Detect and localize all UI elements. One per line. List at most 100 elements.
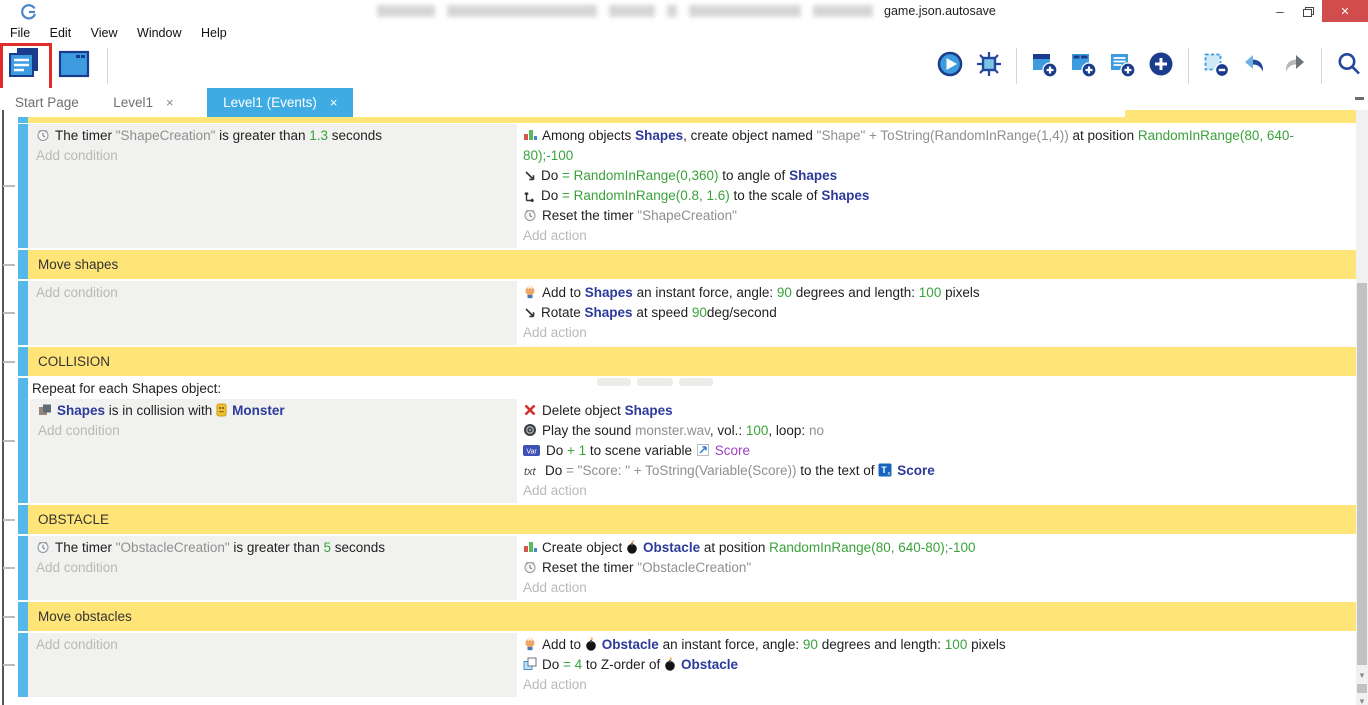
text-segment: to angle of (719, 168, 790, 183)
text-segment: is in collision with (105, 403, 216, 418)
event-bar (18, 347, 28, 376)
actions-column: Add to Obstacle an instant force, angle:… (517, 633, 1356, 697)
add-action-button[interactable]: Add action (517, 323, 1356, 343)
add-condition-button[interactable]: Add condition (28, 635, 517, 655)
scrollbar-thumb[interactable] (1357, 283, 1367, 665)
comment-text[interactable]: Move obstacles (28, 602, 1356, 631)
tab-label: Level1 (Events) (223, 95, 317, 110)
event-drag-tick (3, 264, 15, 266)
window-title: game.json.autosave (884, 0, 996, 22)
text-segment: monster.wav (635, 423, 710, 438)
event-bar (18, 633, 28, 697)
close-button[interactable]: ✕ (1322, 0, 1368, 22)
add-action-button[interactable]: Add action (517, 226, 1356, 246)
debug-button[interactable] (974, 46, 1004, 86)
text-segment: Obstacle (681, 657, 738, 672)
conditions-column: Add condition (28, 281, 517, 345)
scene-editor-icon (55, 45, 93, 88)
delete-selection-icon (1202, 50, 1230, 83)
menu-help[interactable]: Help (193, 22, 235, 43)
text-segment: 100 (945, 637, 968, 652)
text-segment: RandomInRange(80, 640-80);-100 (769, 540, 975, 555)
redo-button[interactable] (1279, 46, 1309, 86)
action-row[interactable]: Do = RandomInRange(0.8, 1.6) to the scal… (517, 186, 1356, 206)
undo-button[interactable] (1240, 46, 1270, 86)
action-row[interactable]: Do = 4 to Z-order of Obstacle (517, 655, 1356, 675)
add-event-button[interactable] (1029, 46, 1059, 86)
events-list: The timer "ShapeCreation" is greater tha… (18, 117, 1356, 699)
minimize-button[interactable]: – (1266, 0, 1294, 22)
action-row[interactable]: Do = RandomInRange(0,360) to angle of Sh… (517, 166, 1356, 186)
open-scene-editor-button[interactable] (54, 46, 94, 86)
svg-text:txt: txt (524, 466, 537, 477)
conditions-column: The timer "ObstacleCreation" is greater … (28, 536, 517, 600)
add-condition-button[interactable]: Add condition (28, 283, 517, 303)
search-button[interactable] (1334, 46, 1364, 86)
add-action-button[interactable]: Add action (517, 675, 1356, 695)
action-row[interactable]: Reset the timer "ShapeCreation" (517, 206, 1356, 226)
add-condition-button[interactable]: Add condition (28, 558, 517, 578)
action-row[interactable]: Delete object Shapes (517, 401, 1356, 421)
action-row[interactable]: VarDo + 1 to scene variable Score (517, 441, 1356, 461)
event-block: Add conditionAdd to Obstacle an instant … (18, 633, 1356, 697)
preview-button[interactable] (935, 46, 965, 86)
event-block: The timer "ShapeCreation" is greater tha… (18, 124, 1356, 248)
render-artifact (679, 378, 713, 386)
text-segment: at position (1069, 128, 1138, 143)
comment-text[interactable]: Move shapes (28, 250, 1356, 279)
condition-row[interactable]: The timer "ShapeCreation" is greater tha… (28, 126, 517, 146)
action-row[interactable]: Add to Obstacle an instant force, angle:… (517, 635, 1356, 655)
menu-view[interactable]: View (83, 22, 126, 43)
menu-edit[interactable]: Edit (42, 22, 80, 43)
action-row[interactable]: txtDo = "Score: " + ToString(Variable(Sc… (517, 461, 1356, 481)
text-segment: "ShapeCreation" (116, 128, 216, 143)
toolbar-separator (1016, 48, 1017, 84)
event-drag-tick (3, 185, 15, 187)
comment-block: Move shapes (18, 250, 1356, 279)
collision-icon (38, 403, 52, 417)
add-action-button[interactable]: Add action (517, 481, 1356, 501)
scrollbar-thumb-secondary[interactable] (1357, 684, 1367, 693)
add-action-button[interactable]: Add action (517, 578, 1356, 598)
open-events-sheet-button[interactable] (4, 46, 44, 86)
scroll-down-arrow-icon[interactable]: ▼ (1356, 669, 1368, 682)
action-row[interactable]: Create object Obstacle at position Rando… (517, 538, 1356, 558)
event-drag-tick (3, 519, 15, 521)
conditions-column: Shapes is in collision with MonsterAdd c… (30, 399, 517, 503)
menu-file[interactable]: File (2, 22, 38, 43)
angle-icon (523, 169, 536, 182)
add-condition-button[interactable]: Add condition (30, 421, 517, 441)
redacted-title-path (377, 5, 873, 17)
add-new-button[interactable] (1146, 46, 1176, 86)
comment-text[interactable]: OBSTACLE (28, 505, 1356, 534)
condition-row[interactable]: Shapes is in collision with Monster (30, 401, 517, 421)
obstacle-icon (664, 657, 676, 671)
events-sheet: The timer "ShapeCreation" is greater tha… (0, 110, 1368, 705)
delete-selection-button[interactable] (1201, 46, 1231, 86)
action-row[interactable]: Play the sound monster.wav, vol.: 100, l… (517, 421, 1356, 441)
condition-row[interactable]: The timer "ObstacleCreation" is greater … (28, 538, 517, 558)
action-row[interactable]: Reset the timer "ObstacleCreation" (517, 558, 1356, 578)
menu-bar: File Edit View Window Help (0, 22, 1368, 44)
close-tab-icon[interactable]: × (166, 95, 174, 110)
restore-button[interactable] (1294, 0, 1322, 22)
menu-window[interactable]: Window (129, 22, 189, 43)
text-segment: Reset the timer (542, 560, 637, 575)
action-row[interactable]: Among objects Shapes, create object name… (517, 126, 1356, 166)
add-condition-button[interactable]: Add condition (28, 146, 517, 166)
txt-icon: txt (523, 465, 540, 477)
add-subevent-button[interactable] (1068, 46, 1098, 86)
comment-text[interactable]: COLLISION (28, 347, 1356, 376)
scroll-down-arrow-icon[interactable]: ▼ (1356, 695, 1368, 705)
event-drag-tick (3, 440, 15, 442)
add-comment-icon (1108, 50, 1136, 83)
text-segment: The timer (55, 128, 116, 143)
action-row[interactable]: Add to Shapes an instant force, angle: 9… (517, 283, 1356, 303)
add-comment-button[interactable] (1107, 46, 1137, 86)
close-tab-icon[interactable]: × (330, 95, 338, 110)
text-segment: 90 (692, 305, 707, 320)
vertical-scrollbar[interactable]: ▼ ▼ (1356, 110, 1368, 705)
var-icon: Var (523, 445, 541, 457)
partial-comment-remnant (1125, 110, 1356, 117)
action-row[interactable]: Rotate Shapes at speed 90deg/second (517, 303, 1356, 323)
